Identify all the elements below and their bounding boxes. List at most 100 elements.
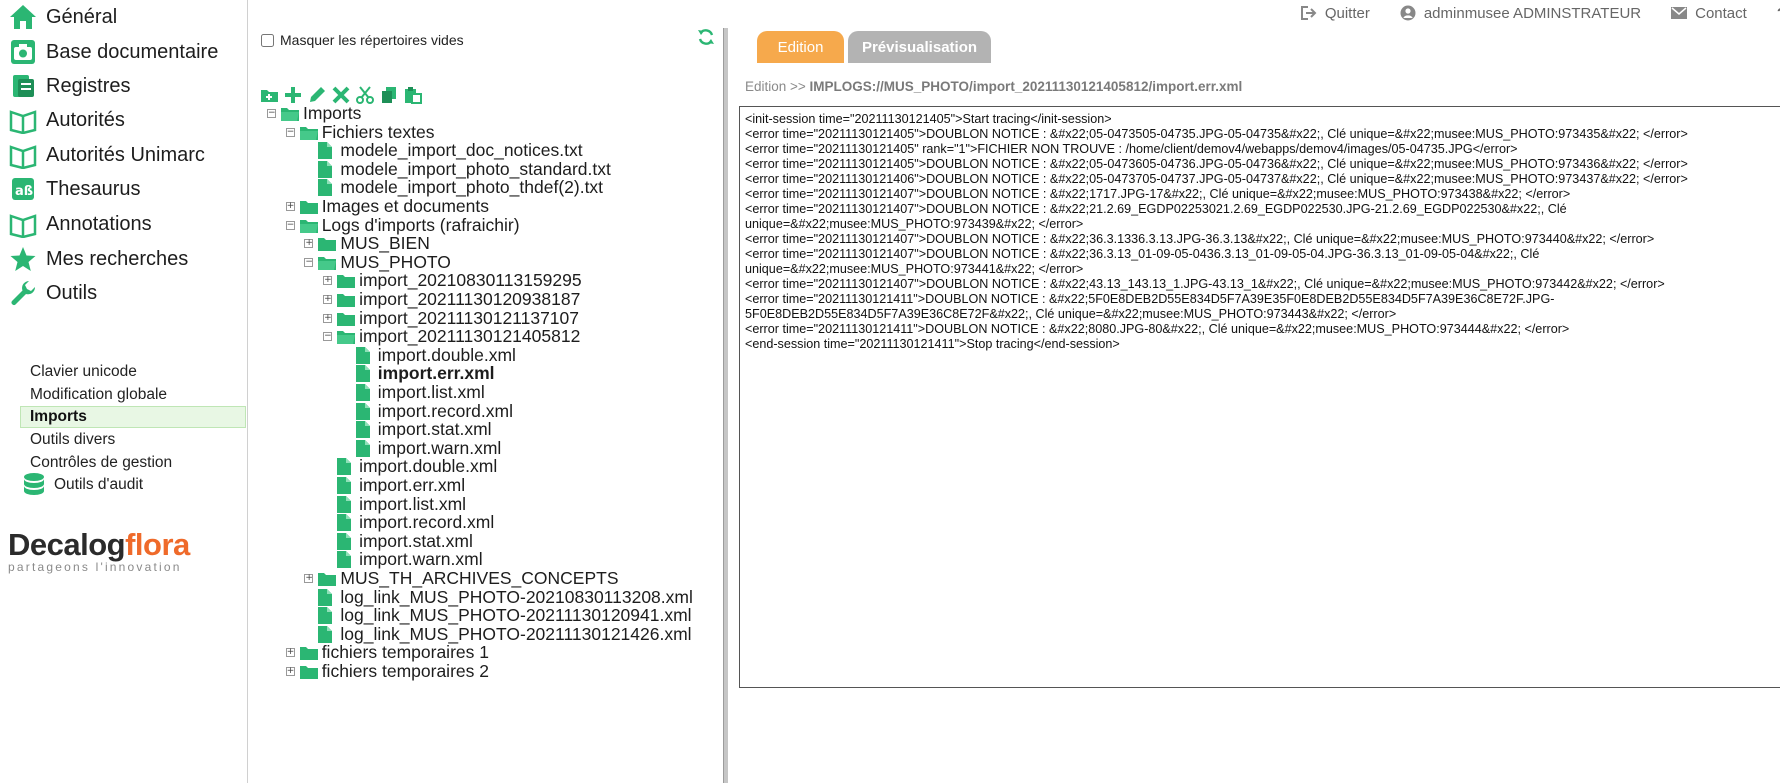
nav-item-label: Base documentaire (46, 40, 219, 63)
subnav-imports[interactable]: Imports (30, 408, 87, 426)
folder-icon (337, 309, 356, 327)
log-line: <error time="20211130121411">DOUBLON NOT… (745, 292, 1555, 321)
database-icon (22, 472, 46, 498)
refresh-icon[interactable] (696, 27, 716, 47)
folder-icon (318, 235, 337, 253)
nav-item-label: Thesaurus (46, 177, 141, 200)
file-icon (355, 346, 374, 364)
expand-icon[interactable]: + (304, 239, 314, 249)
collapse-icon[interactable]: − (285, 127, 295, 137)
star-icon (8, 244, 38, 274)
file-icon (337, 551, 355, 569)
expand-icon[interactable]: + (285, 667, 295, 676)
registry-icon (8, 71, 38, 101)
subnav-label: Outils d'audit (54, 476, 144, 493)
log-line: <error time="20211130121407">DOUBLON NOT… (745, 187, 1571, 201)
subnav-modification-globale[interactable]: Modification globale (30, 386, 167, 404)
quit-link[interactable]: Quitter (1300, 5, 1370, 22)
expand-icon[interactable]: + (323, 295, 333, 304)
book-icon (8, 140, 38, 170)
book-icon (8, 209, 38, 239)
log-line: <end-session time="20211130121411">Stop … (745, 337, 1120, 351)
collapse-icon[interactable]: − (323, 332, 333, 342)
nav-item-label: Général (46, 5, 118, 28)
nav-item-autorites-unimarc[interactable]: Autorités Unimarc (8, 138, 205, 172)
tree-node-label[interactable]: fichiers temporaires 2 (322, 661, 489, 682)
file-icon (318, 179, 336, 197)
panel-splitter[interactable] (723, 28, 728, 783)
decalog-flora-logo: Decalogflora partageons l'innovation (8, 527, 190, 575)
folder-icon (299, 663, 318, 681)
expand-icon[interactable]: + (323, 276, 333, 286)
tab-previsualisation[interactable]: Prévisualisation (848, 31, 991, 63)
log-line: <error time="20211130121411">DOUBLON NOT… (745, 322, 1570, 336)
file-icon (355, 439, 374, 457)
nav-item-base-documentaire[interactable]: Base documentaire (8, 35, 218, 69)
log-line: <error time="20211130121407">DOUBLON NOT… (745, 247, 1543, 276)
subnav-controles-gestion[interactable]: Contrôles de gestion (30, 454, 172, 472)
file-icon (337, 495, 355, 513)
file-editor-textarea[interactable]: <init-session time="20211130121405">Star… (739, 106, 1780, 688)
nav-item-label: Outils (46, 281, 98, 304)
hide-empty-dirs-input[interactable] (261, 33, 274, 47)
collapse-icon[interactable]: − (304, 257, 314, 267)
envelope-icon (1671, 7, 1688, 19)
subnav-clavier-unicode[interactable]: Clavier unicode (30, 363, 137, 381)
log-line: <error time="20211130121405">DOUBLON NOT… (745, 127, 1688, 141)
user-link[interactable]: adminmusee ADMINSTRATEUR (1400, 5, 1641, 22)
user-icon (1400, 5, 1416, 21)
top-bar: Quitter adminmusee ADMINSTRATEUR Contact… (1271, 0, 1780, 26)
nav-item-label: Autorités Unimarc (46, 143, 205, 166)
nav-item-mes-recherches[interactable]: Mes recherches (8, 242, 188, 276)
nav-item-registres[interactable]: Registres (8, 69, 130, 103)
folder-open-icon (299, 216, 318, 234)
file-icon (318, 625, 336, 643)
file-icon (355, 402, 374, 420)
nav-item-label: Registres (46, 74, 131, 97)
file-icon (337, 532, 355, 550)
expand-icon[interactable]: + (285, 202, 295, 211)
log-line: <error time="20211130121405">DOUBLON NOT… (745, 157, 1688, 171)
book-icon (8, 105, 38, 135)
nav-item-label: Annotations (46, 212, 152, 235)
tree-folder-row[interactable]: + fichiers temporaires 2 (285, 661, 489, 682)
home-icon (8, 2, 38, 32)
log-line: <error time="20211130121407">DOUBLON NOT… (745, 277, 1665, 291)
collapse-icon[interactable]: − (267, 109, 276, 118)
tab-edition[interactable]: Edition (757, 31, 844, 63)
collapse-icon[interactable]: − (285, 220, 295, 230)
subnav-outils-divers[interactable]: Outils divers (30, 431, 115, 449)
nav-item-thesaurus[interactable]: aß Thesaurus (8, 172, 141, 206)
file-icon (355, 365, 374, 383)
log-line: <error time="20211130121406">DOUBLON NOT… (745, 172, 1688, 186)
sign-out-icon (1300, 6, 1317, 20)
log-line: <error time="20211130121407">DOUBLON NOT… (745, 202, 1571, 231)
paste-icon[interactable] (403, 84, 423, 106)
hide-empty-dirs-checkbox[interactable]: Masquer les répertoires vides (261, 32, 464, 48)
log-line: <init-session time="20211130121405">Star… (745, 112, 1112, 126)
file-icon (337, 514, 355, 532)
nav-item-general[interactable]: Général (8, 0, 117, 34)
folder-icon (318, 570, 337, 588)
contact-link[interactable]: Contact (1671, 5, 1747, 22)
camera-icon (8, 37, 38, 67)
folder-open-icon (281, 105, 299, 123)
wrench-icon (8, 278, 38, 308)
subnav-outils-audit[interactable]: Outils d'audit (22, 472, 143, 498)
thesaurus-icon: aß (8, 174, 38, 204)
expand-icon[interactable]: + (285, 648, 295, 658)
expand-icon[interactable]: + (323, 313, 333, 323)
file-icon (318, 588, 336, 606)
left-navigation: Général Base documentaire Registres Auto… (0, 0, 248, 783)
nav-item-outils[interactable]: Outils (8, 276, 97, 310)
file-icon (318, 160, 336, 178)
expand-icon[interactable]: + (304, 574, 314, 583)
breadcrumb: Edition >> IMPLOGS://MUS_PHOTO/import_20… (745, 79, 1243, 94)
copy-icon[interactable] (379, 84, 399, 106)
nav-item-annotations[interactable]: Annotations (8, 207, 152, 241)
log-line: <error time="20211130121407">DOUBLON NOT… (745, 232, 1655, 246)
svg-text:aß: aß (15, 184, 33, 199)
file-tree-panel: Masquer les répertoires vides − Imports − F… (249, 0, 725, 783)
file-icon (337, 477, 355, 495)
nav-item-autorites[interactable]: Autorités (8, 103, 125, 137)
